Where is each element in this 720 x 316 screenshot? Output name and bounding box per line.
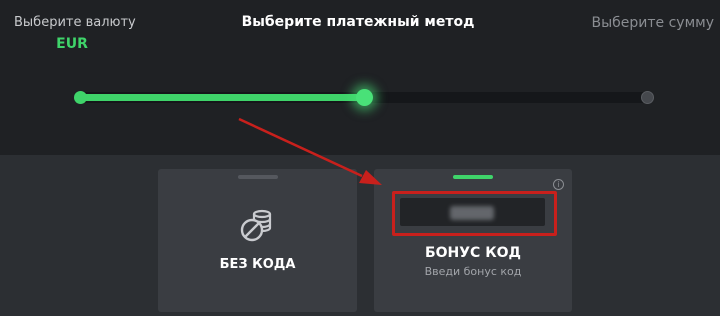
annotation-arrow-icon: [238, 117, 382, 185]
